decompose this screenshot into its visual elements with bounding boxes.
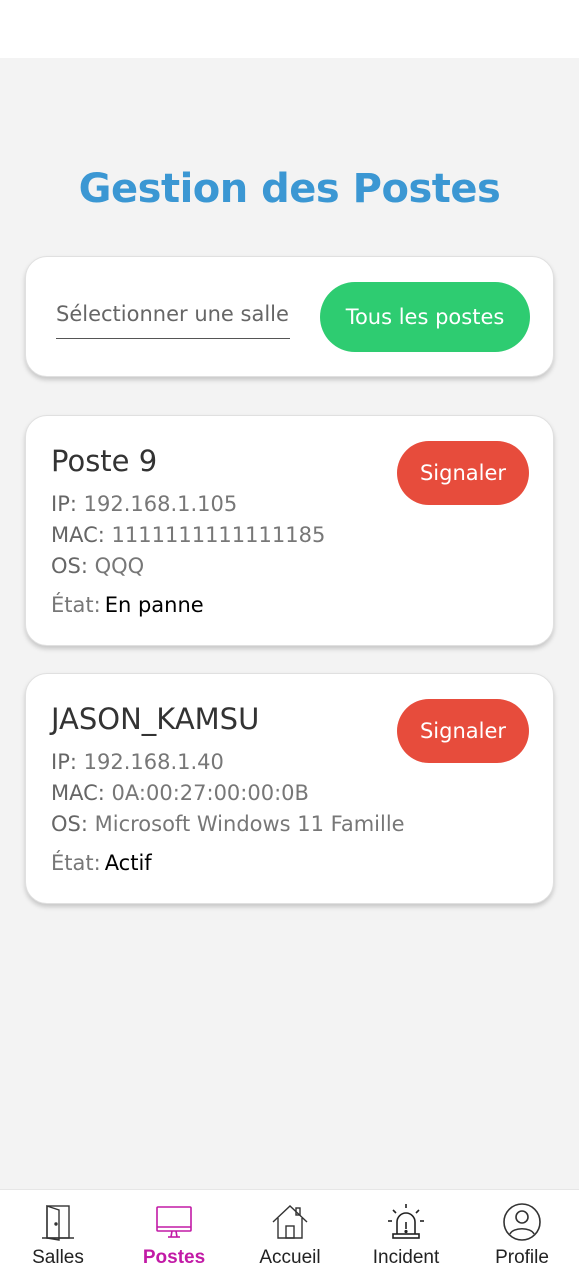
nav-label: Postes bbox=[142, 1247, 206, 1268]
monitor-icon bbox=[156, 1206, 192, 1238]
mac-label: MAC: bbox=[51, 781, 105, 805]
ip-value: 192.168.1.40 bbox=[83, 750, 224, 774]
state-label: État: bbox=[51, 593, 101, 617]
bottom-nav: Salles Postes Accueil Incident Profile bbox=[0, 1189, 579, 1280]
filter-card: Sélectionner une salle Tous les postes bbox=[25, 256, 554, 377]
signal-button[interactable]: Signaler bbox=[397, 441, 529, 505]
nav-item-profile[interactable]: Profile bbox=[464, 1190, 579, 1280]
mac-value: 0A:00:27:00:00:0B bbox=[111, 781, 309, 805]
door-icon bbox=[42, 1205, 74, 1241]
os-label: OS: bbox=[51, 554, 88, 578]
nav-item-incident[interactable]: Incident bbox=[348, 1190, 464, 1280]
nav-item-postes[interactable]: Postes bbox=[116, 1190, 232, 1280]
os-label: OS: bbox=[51, 812, 88, 836]
poste-name: Poste 9 bbox=[51, 444, 158, 478]
state-value: En panne bbox=[104, 593, 204, 617]
ip-label: IP: bbox=[51, 492, 77, 516]
ip-line: IP: 192.168.1.40 bbox=[51, 750, 224, 774]
nav-item-accueil[interactable]: Accueil bbox=[232, 1190, 348, 1280]
os-value: Microsoft Windows 11 Famille bbox=[94, 812, 405, 836]
poste-card: Poste 9 Signaler IP: 192.168.1.105 MAC: … bbox=[25, 415, 554, 646]
ip-value: 192.168.1.105 bbox=[83, 492, 238, 516]
poste-card: JASON_KAMSU Signaler IP: 192.168.1.40 MA… bbox=[25, 673, 554, 904]
os-line: OS: Microsoft Windows 11 Famille bbox=[51, 812, 405, 836]
ip-label: IP: bbox=[51, 750, 77, 774]
os-value: QQQ bbox=[94, 554, 145, 578]
nav-label: Accueil bbox=[259, 1247, 321, 1268]
state-line: État: Actif bbox=[51, 851, 152, 875]
nav-label: Profile bbox=[495, 1247, 549, 1268]
user-icon bbox=[503, 1203, 541, 1241]
room-select[interactable]: Sélectionner une salle bbox=[56, 299, 290, 339]
poste-name: JASON_KAMSU bbox=[51, 702, 260, 736]
state-value: Actif bbox=[104, 851, 152, 875]
signal-button[interactable]: Signaler bbox=[397, 699, 529, 763]
nav-item-salles[interactable]: Salles bbox=[0, 1190, 116, 1280]
state-label: État: bbox=[51, 851, 101, 875]
mac-line: MAC: 0A:00:27:00:00:0B bbox=[51, 781, 309, 805]
nav-label: Salles bbox=[32, 1247, 84, 1268]
all-postes-button[interactable]: Tous les postes bbox=[320, 282, 530, 352]
status-bar bbox=[0, 0, 579, 58]
nav-label: Incident bbox=[372, 1247, 440, 1268]
page-title: Gestion des Postes bbox=[78, 166, 501, 212]
mac-value: 1111111111111185 bbox=[111, 523, 326, 547]
os-line: OS: QQQ bbox=[51, 554, 144, 578]
alarm-icon bbox=[388, 1204, 424, 1239]
mac-line: MAC: 1111111111111185 bbox=[51, 523, 325, 547]
mac-label: MAC: bbox=[51, 523, 105, 547]
ip-line: IP: 192.168.1.105 bbox=[51, 492, 237, 516]
state-line: État: En panne bbox=[51, 593, 204, 617]
home-icon bbox=[272, 1205, 308, 1239]
